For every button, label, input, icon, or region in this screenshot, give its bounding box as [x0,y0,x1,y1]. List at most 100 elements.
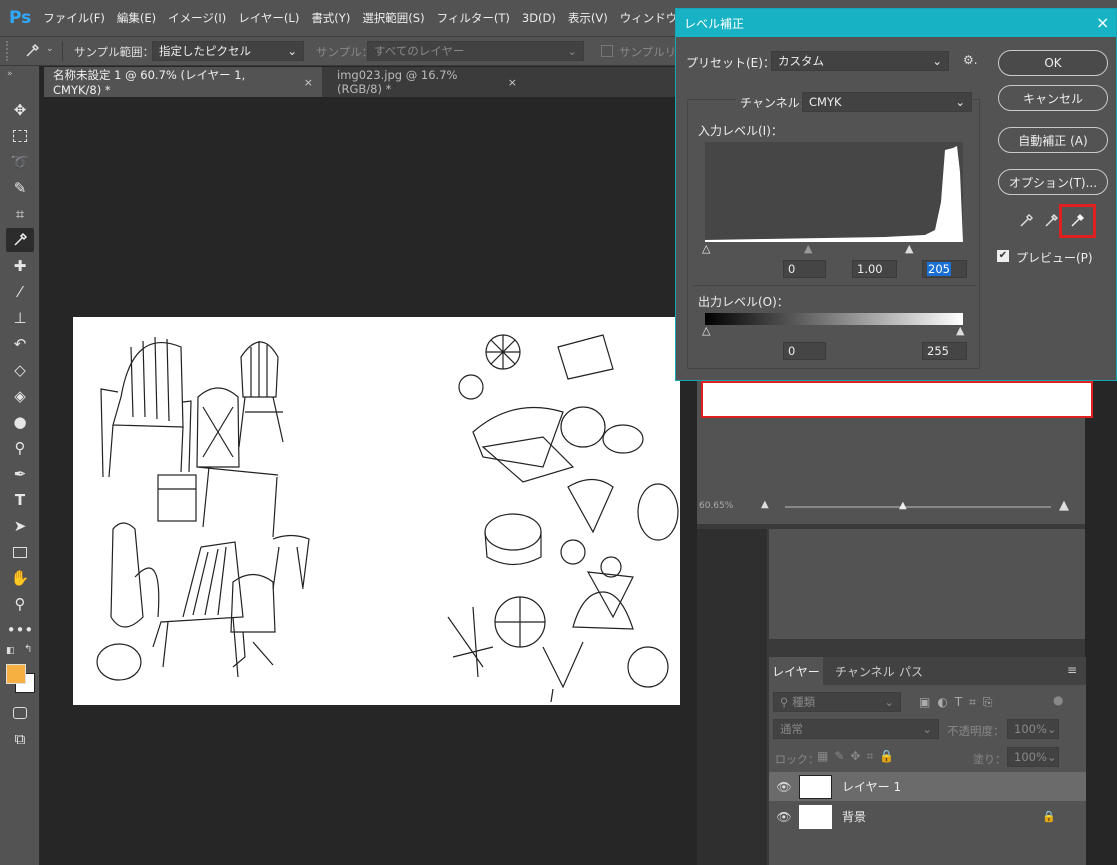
eye-icon[interactable]: 👁 [769,780,799,794]
gear-icon[interactable]: ⚙. [963,53,978,67]
input-black-field[interactable]: 0 [783,260,826,278]
close-icon[interactable]: × [1096,13,1109,32]
menu-image[interactable]: イメージ(I) [168,10,226,26]
close-icon[interactable]: × [304,76,313,89]
tab-document-1[interactable]: 名称未設定 1 @ 60.7% (レイヤー 1, CMYK/8) * × [44,67,322,97]
fill-input[interactable]: 100% ⌄ [1007,747,1059,767]
grip-handle[interactable] [6,41,8,61]
preview-checkbox[interactable]: ✔ [997,250,1009,262]
output-black-slider[interactable]: △ [702,324,710,337]
eraser-icon[interactable]: ◇ [6,358,34,382]
chevron-down-icon[interactable]: ⌄ [46,44,54,54]
white-point-eyedropper-icon[interactable] [1069,213,1085,229]
close-icon[interactable]: × [508,76,517,89]
cancel-button[interactable]: キャンセル [998,85,1108,111]
pen-icon[interactable]: ✒ [6,462,34,486]
layer-row-1[interactable]: 👁 レイヤー 1 [769,772,1086,801]
navigator-zoom-value[interactable]: 60.65% [699,501,733,511]
tab-paths[interactable]: パス [899,657,923,685]
blur-icon[interactable]: ● [6,410,34,434]
output-white-field[interactable]: 255 [922,342,967,360]
lock-icons[interactable]: ▦✎✥⌗🔒 [817,749,900,764]
sample-ring-checkbox[interactable] [601,45,613,57]
collapse-icon[interactable]: » [7,69,13,79]
panel-menu-icon[interactable]: ≡ [1067,663,1077,677]
search-icon: ⚲ [780,695,789,709]
lasso-icon[interactable]: ➰ [6,150,34,174]
zoom-icon[interactable]: ⚲ [6,592,34,616]
zoom-out-icon[interactable]: ▲ [761,499,769,510]
dodge-icon[interactable]: ⚲ [6,436,34,460]
quick-mask-icon[interactable] [6,701,34,725]
channel-select[interactable]: CMYK ⌄ [802,92,972,112]
foreground-color-swatch[interactable] [6,664,26,684]
input-white-field[interactable]: 205 [922,260,967,278]
layer-filter-select[interactable]: ⚲ 種類 ⌄ [773,692,901,712]
document-canvas[interactable] [73,317,680,705]
navigator-preview[interactable] [701,381,1093,418]
healing-icon[interactable]: ✚ [6,254,34,278]
panel-strip [697,529,767,865]
ok-button[interactable]: OK [998,50,1108,76]
menu-type[interactable]: 書式(Y) [311,10,350,26]
input-white-value: 205 [927,262,951,276]
menu-file[interactable]: ファイル(F) [43,10,105,26]
zoom-slider-thumb[interactable]: ▲ [899,500,907,511]
preset-select[interactable]: カスタム ⌄ [771,51,949,71]
dialog-titlebar[interactable]: レベル補正 × [676,9,1116,37]
tab-img023[interactable]: img023.jpg @ 16.7% (RGB/8) * × [328,67,526,97]
marquee-icon[interactable] [6,124,34,148]
white-point-eyedropper-highlight[interactable] [1059,204,1096,238]
eyedropper-icon[interactable] [6,228,34,252]
auto-button[interactable]: 自動補正 (A) [998,127,1108,153]
tab-layers[interactable]: レイヤー [769,657,823,685]
hand-icon[interactable]: ✋ [6,566,34,590]
menu-view[interactable]: 表示(V) [568,10,608,26]
tab-channels[interactable]: チャンネル [835,657,895,685]
output-levels-label: 出力レベル(O)： [698,295,789,309]
lock-label: ロック： [775,753,819,766]
menu-edit[interactable]: 編集(E) [117,10,156,26]
swap-colors-icon[interactable]: ↰ [24,644,32,655]
filter-icons[interactable]: ▣◐T⌗⎘ [919,695,1000,710]
menu-layer[interactable]: レイヤー(L) [238,10,299,26]
output-black-field[interactable]: 0 [783,342,826,360]
stamp-icon[interactable]: ⊥ [6,306,34,330]
quick-select-icon[interactable]: ✎ [6,176,34,200]
input-gamma-field[interactable]: 1.00 [852,260,897,278]
history-brush-icon[interactable]: ↶ [6,332,34,356]
input-white-slider[interactable]: ▲ [905,242,913,255]
rectangle-icon[interactable] [6,540,34,564]
eyedropper-icon[interactable] [24,43,40,59]
brush-icon[interactable]: ⁄ [6,280,34,304]
input-gamma-slider[interactable]: ▲ [804,242,812,255]
layer-thumbnail [799,774,832,799]
menu-3d[interactable]: 3D(D) [522,11,556,25]
layer-name[interactable]: レイヤー 1 [842,778,901,795]
menu-filter[interactable]: フィルター(T) [437,10,510,26]
opacity-input[interactable]: 100% ⌄ [1007,719,1059,739]
type-icon[interactable]: T [6,488,34,512]
blend-mode-select[interactable]: 通常 ⌄ [773,719,939,739]
path-select-icon[interactable]: ➤ [6,514,34,538]
zoom-in-icon[interactable]: ▲ [1059,498,1069,513]
default-colors-icon[interactable]: ◧ [6,646,15,656]
move-icon[interactable]: ✥ [6,98,34,122]
sample-layers-select[interactable]: すべてのレイヤー ⌄ [367,41,584,61]
options-button[interactable]: オプション(T)... [998,169,1108,195]
layer-name[interactable]: 背景 [842,808,1042,825]
more-icon[interactable]: ••• [6,618,34,642]
gray-point-eyedropper-icon[interactable] [1043,213,1059,229]
eye-icon[interactable]: 👁 [769,810,799,824]
menu-select[interactable]: 選択範囲(S) [362,10,424,26]
black-point-eyedropper-icon[interactable] [1018,213,1034,229]
screen-mode-icon[interactable]: ⧉ [6,727,34,751]
filter-toggle-icon[interactable]: ● [1053,693,1063,707]
layer-row-background[interactable]: 👁 背景 🔒 [769,802,1086,831]
zoom-slider[interactable] [785,506,1051,508]
output-white-slider[interactable]: ▲ [956,324,964,337]
input-black-slider[interactable]: △ [702,242,710,255]
paint-bucket-icon[interactable]: ◈ [6,384,34,408]
sample-size-select[interactable]: 指定したピクセル ⌄ [152,41,304,61]
crop-icon[interactable]: ⌗ [6,202,34,226]
